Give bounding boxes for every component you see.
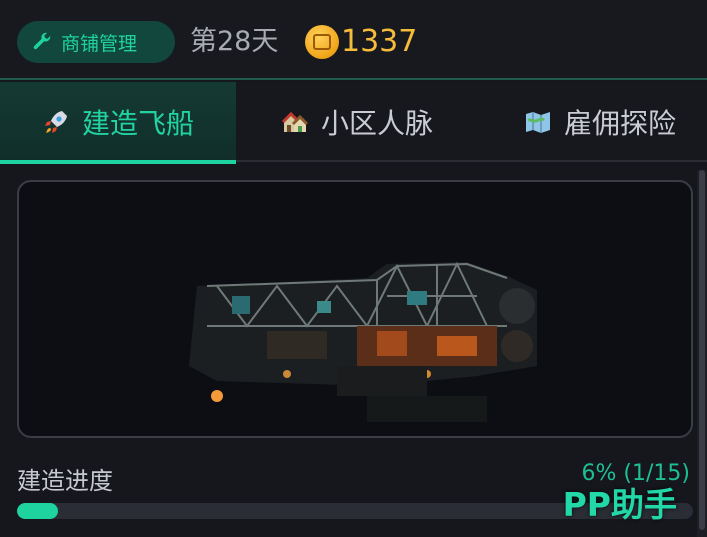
shop-management-button[interactable]: 商铺管理 <box>17 21 175 63</box>
main-tabs: 建造飞船 小区人脉 雇佣探险 <box>0 82 707 164</box>
rocket-icon <box>44 111 67 133</box>
tab-hire-expedition-label: 雇佣探险 <box>563 107 676 140</box>
build-progress-label: 建造进度 <box>17 467 113 495</box>
scrollbar-thumb[interactable] <box>699 170 705 530</box>
ship-preview-panel <box>17 180 693 438</box>
coin-balance: 1337 <box>305 23 417 61</box>
houses-icon <box>281 111 309 132</box>
tab-community-label: 小区人脉 <box>320 107 433 140</box>
map-icon <box>525 112 550 133</box>
shop-management-label: 商铺管理 <box>61 32 138 55</box>
tab-community[interactable]: 小区人脉 <box>252 82 462 162</box>
top-bar: 商铺管理 第28天 1337 <box>0 0 707 80</box>
tab-build-ship[interactable]: 建造飞船 <box>0 82 236 164</box>
watermark: PP助手 <box>562 485 677 524</box>
build-progress-fill <box>17 503 58 519</box>
day-counter: 第28天 <box>190 26 279 57</box>
coin-amount: 1337 <box>341 24 418 59</box>
tab-build-ship-label: 建造飞船 <box>81 107 194 140</box>
coin-icon <box>305 25 339 59</box>
tab-hire-expedition[interactable]: 雇佣探险 <box>500 82 700 162</box>
scrollbar[interactable] <box>697 170 707 537</box>
spaceship-image <box>189 261 537 422</box>
wrench-icon <box>33 32 51 50</box>
